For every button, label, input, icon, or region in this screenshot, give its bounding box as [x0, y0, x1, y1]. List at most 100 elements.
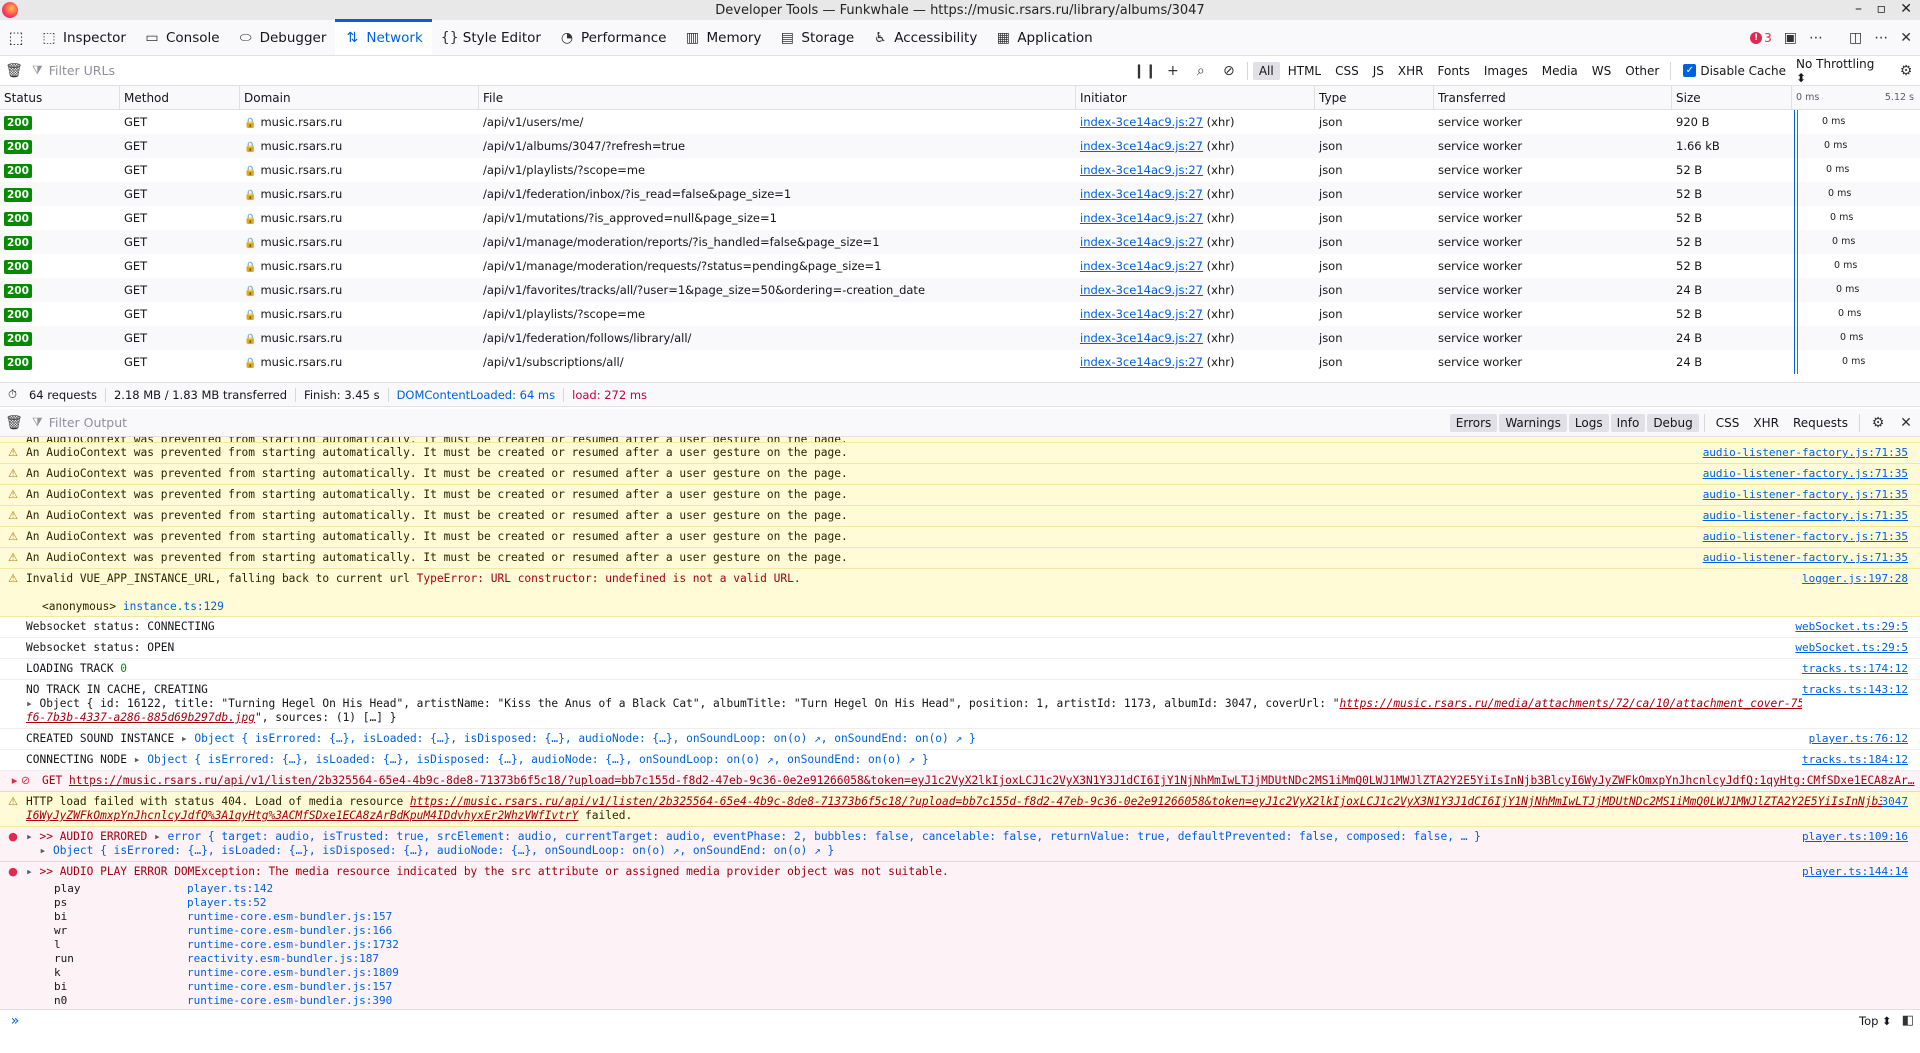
- initiator-link[interactable]: index-3ce14ac9.js:27: [1080, 163, 1203, 177]
- filter-urls-input[interactable]: ⧩ Filter URLs: [28, 63, 1131, 78]
- type-filter-js[interactable]: JS: [1367, 62, 1390, 80]
- tab-accessibility[interactable]: ♿ Accessibility: [863, 20, 986, 55]
- initiator-link[interactable]: index-3ce14ac9.js:27: [1080, 115, 1203, 129]
- tab-application[interactable]: ▦ Application: [986, 20, 1101, 55]
- console-filter-info[interactable]: Info: [1610, 413, 1646, 432]
- column-status[interactable]: Status: [0, 86, 120, 109]
- console-filter-logs[interactable]: Logs: [1568, 413, 1609, 432]
- stack-location-link[interactable]: runtime-core.esm-bundler.js:157: [187, 980, 1920, 994]
- console-settings-icon[interactable]: ⚙: [1864, 415, 1892, 431]
- console-filter-warnings[interactable]: Warnings: [1499, 413, 1567, 432]
- console-network-error[interactable]: ▸ ⊘ GET https://music.rsars.ru/api/v1/li…: [0, 771, 1920, 792]
- table-row[interactable]: 200 GET 🔒 music.rsars.ru/api/v1/manage/mode…: [0, 254, 1920, 278]
- expand-arrow-icon[interactable]: ▸: [26, 830, 39, 843]
- source-link[interactable]: tracks.ts:184:12: [1802, 753, 1920, 767]
- console-filter-requests[interactable]: Requests: [1787, 414, 1854, 432]
- source-link[interactable]: audio-listener-factory.js:71:35: [1703, 446, 1920, 460]
- source-link[interactable]: webSocket.ts:29:5: [1795, 620, 1920, 634]
- minimize-icon[interactable]: –: [1855, 1, 1862, 17]
- initiator-link[interactable]: index-3ce14ac9.js:27: [1080, 211, 1203, 225]
- close-window-icon[interactable]: ✕: [1900, 1, 1912, 17]
- type-filter-images[interactable]: Images: [1478, 62, 1534, 80]
- console-filter-debug[interactable]: Debug: [1647, 413, 1699, 432]
- stack-location-link[interactable]: runtime-core.esm-bundler.js:166: [187, 924, 1920, 938]
- initiator-link[interactable]: index-3ce14ac9.js:27: [1080, 283, 1203, 297]
- throttling-select[interactable]: No Throttling ⬍: [1796, 57, 1884, 85]
- table-row[interactable]: 200 GET 🔒 music.rsars.ru/api/v1/subscriptio…: [0, 350, 1920, 374]
- tab-storage[interactable]: ▤ Storage: [770, 20, 863, 55]
- console-filter-css[interactable]: CSS: [1710, 414, 1746, 432]
- type-filter-other[interactable]: Other: [1619, 62, 1665, 80]
- error-count-badge[interactable]: ! 3: [1750, 31, 1772, 45]
- table-row[interactable]: 200 GET 🔒 music.rsars.ru/api/v1/playlists/?…: [0, 302, 1920, 326]
- column-domain[interactable]: Domain: [240, 86, 479, 109]
- source-link[interactable]: player.ts:76:12: [1809, 732, 1920, 746]
- source-link[interactable]: webSocket.ts:29:5: [1795, 641, 1920, 655]
- expand-arrow-icon[interactable]: ▸: [134, 753, 147, 766]
- expand-arrow-icon[interactable]: ▸: [26, 865, 39, 878]
- source-link[interactable]: audio-listener-factory.js:71:35: [1703, 467, 1920, 481]
- table-row[interactable]: 200 GET 🔒 music.rsars.ru/api/v1/federation/…: [0, 182, 1920, 206]
- request-url-link[interactable]: https://music.rsars.ru/api/v1/listen/2b3…: [69, 774, 1915, 787]
- table-row[interactable]: 200 GET 🔒 music.rsars.ru/api/v1/mutations/?…: [0, 206, 1920, 230]
- tab-console[interactable]: ▭ Console: [135, 20, 229, 55]
- initiator-link[interactable]: index-3ce14ac9.js:27: [1080, 235, 1203, 249]
- table-row[interactable]: 200 GET 🔒 music.rsars.ru/api/v1/albums/3047…: [0, 134, 1920, 158]
- overflow-menu-icon[interactable]: ⋯: [1874, 30, 1888, 46]
- more-options-icon[interactable]: ⋯: [1809, 30, 1823, 46]
- console-input[interactable]: » Top ⬍ ◧: [0, 1009, 1920, 1031]
- dock-icon[interactable]: ◫: [1849, 30, 1862, 46]
- type-filter-fonts[interactable]: Fonts: [1432, 62, 1476, 80]
- source-link[interactable]: player.ts:144:14: [1802, 865, 1920, 879]
- column-transferred[interactable]: Transferred: [1434, 86, 1672, 109]
- table-row[interactable]: 200 GET 🔒 music.rsars.ru/api/v1/manage/mode…: [0, 230, 1920, 254]
- column-waterfall[interactable]: 0 ms 5.12 s: [1792, 86, 1920, 109]
- table-row[interactable]: 200 GET 🔒 music.rsars.ru/api/v1/federation/…: [0, 326, 1920, 350]
- block-icon[interactable]: ⊘: [1215, 63, 1243, 79]
- stack-location-link[interactable]: instance.ts:129: [123, 600, 224, 613]
- console-filter-xhr[interactable]: XHR: [1747, 414, 1785, 432]
- table-row[interactable]: 200 GET 🔒 music.rsars.ru/api/v1/users/me/in…: [0, 110, 1920, 134]
- trash-icon[interactable]: 🗑: [0, 63, 28, 79]
- element-picker-icon[interactable]: ⬚: [0, 20, 32, 55]
- editor-mode-icon[interactable]: ◧: [1902, 1013, 1914, 1028]
- column-size[interactable]: Size: [1672, 86, 1792, 109]
- stack-location-link[interactable]: runtime-core.esm-bundler.js:157: [187, 910, 1920, 924]
- tab-inspector[interactable]: ⬚ Inspector: [32, 20, 135, 55]
- source-link[interactable]: audio-listener-factory.js:71:35: [1703, 488, 1920, 502]
- stack-location-link[interactable]: runtime-core.esm-bundler.js:390: [187, 994, 1920, 1008]
- pause-icon[interactable]: ❙❙: [1131, 63, 1159, 79]
- initiator-link[interactable]: index-3ce14ac9.js:27: [1080, 307, 1203, 321]
- source-link[interactable]: 3047: [1882, 795, 1920, 823]
- table-row[interactable]: 200 GET 🔒 music.rsars.ru/api/v1/favorites/t…: [0, 278, 1920, 302]
- add-icon[interactable]: +: [1159, 63, 1187, 79]
- maximize-icon[interactable]: ▫: [1877, 1, 1887, 17]
- close-devtools-icon[interactable]: ✕: [1900, 30, 1912, 46]
- object-url-link[interactable]: https://music.rsars.ru/media/attachments…: [1339, 697, 1802, 710]
- stopwatch-icon[interactable]: ⏱: [0, 387, 21, 402]
- close-split-console-icon[interactable]: ✕: [1892, 415, 1920, 431]
- column-file[interactable]: File: [479, 86, 1076, 109]
- column-initiator[interactable]: Initiator: [1076, 86, 1315, 109]
- console-filter-errors[interactable]: Errors: [1449, 413, 1498, 432]
- console-trash-icon[interactable]: 🗑: [0, 415, 28, 431]
- expand-error-icon[interactable]: ▸ ⊘: [0, 774, 42, 788]
- initiator-link[interactable]: index-3ce14ac9.js:27: [1080, 355, 1203, 369]
- settings-gear-icon[interactable]: ⚙: [1892, 63, 1920, 79]
- column-type[interactable]: Type: [1315, 86, 1434, 109]
- type-filter-css[interactable]: CSS: [1329, 62, 1365, 80]
- disable-cache-checkbox[interactable]: ✓ Disable Cache: [1683, 64, 1786, 78]
- stack-location-link[interactable]: runtime-core.esm-bundler.js:1732: [187, 938, 1920, 952]
- tab-network[interactable]: ⇅ Network: [335, 19, 433, 55]
- tab-performance[interactable]: ◔ Performance: [550, 20, 676, 55]
- stack-location-link[interactable]: player.ts:142: [187, 882, 1920, 896]
- source-link[interactable]: audio-listener-factory.js:71:35: [1703, 509, 1920, 523]
- search-icon[interactable]: ⌕: [1187, 63, 1215, 79]
- context-selector[interactable]: Top ⬍: [1859, 1014, 1892, 1028]
- initiator-link[interactable]: index-3ce14ac9.js:27: [1080, 139, 1203, 153]
- source-link[interactable]: player.ts:109:16: [1802, 830, 1920, 858]
- split-console-icon[interactable]: ▣: [1784, 30, 1797, 46]
- source-link[interactable]: logger.js:197:28: [1802, 572, 1920, 614]
- table-row[interactable]: 200 GET 🔒 music.rsars.ru/api/v1/playlists/?…: [0, 158, 1920, 182]
- initiator-link[interactable]: index-3ce14ac9.js:27: [1080, 331, 1203, 345]
